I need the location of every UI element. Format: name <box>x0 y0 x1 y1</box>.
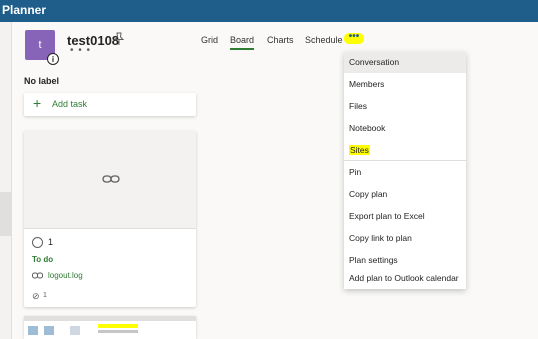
menu-item-pin[interactable]: Pin <box>344 162 466 183</box>
menu-item-label: Members <box>349 79 385 89</box>
menu-item-add-outlook[interactable]: Add plan to Outlook calendar <box>344 268 466 289</box>
attachment-link-icon <box>32 272 43 279</box>
menu-item-label: Notebook <box>349 123 386 133</box>
menu-item-notebook[interactable]: Notebook <box>344 118 466 139</box>
menu-item-label: Add plan to Outlook calendar <box>349 273 459 283</box>
tab-board[interactable]: Board <box>230 35 255 50</box>
menu-item-label: Plan settings <box>349 255 398 265</box>
tab-charts[interactable]: Charts <box>267 35 294 45</box>
paperclip-icon: ⊘ <box>32 291 40 301</box>
plan-more-button[interactable]: • • • <box>70 45 91 56</box>
add-task-label: Add task <box>52 99 88 109</box>
thumb-icon <box>28 326 38 335</box>
link-icon <box>102 175 120 183</box>
tab-schedule[interactable]: Schedule <box>305 35 343 45</box>
tab-grid[interactable]: Grid <box>201 35 218 45</box>
menu-item-label: Copy plan <box>349 189 388 199</box>
menu-item-copy-link[interactable]: Copy link to plan <box>344 228 466 249</box>
add-icon: + <box>33 95 42 111</box>
menu-divider <box>344 160 466 161</box>
thumb-icon <box>44 326 54 335</box>
menu-item-label: Sites <box>349 145 370 155</box>
menu-item-label: Copy link to plan <box>349 233 412 243</box>
left-rail <box>0 22 12 339</box>
thumb-icon <box>70 326 80 335</box>
attachment-preview <box>24 131 196 228</box>
left-rail-handle[interactable] <box>0 192 11 236</box>
menu-item-files[interactable]: Files <box>344 96 466 117</box>
task-card-image[interactable] <box>24 316 196 339</box>
info-icon[interactable]: i <box>47 53 59 65</box>
thumb-line <box>98 330 138 333</box>
menu-item-label: Pin <box>349 167 362 177</box>
card-divider <box>24 228 196 229</box>
plan-avatar-letter: t <box>38 39 42 51</box>
menu-item-members[interactable]: Members <box>344 74 466 95</box>
more-options-menu: Conversation Members Files Notebook Site… <box>344 52 466 289</box>
pin-icon[interactable] <box>113 32 125 46</box>
menu-item-label: Files <box>349 101 367 111</box>
task-card[interactable]: 1 To do logout.log ⊘ 1 <box>24 131 196 307</box>
app-header: Planner <box>0 0 538 22</box>
bucket-name: No label <box>24 76 60 86</box>
menu-item-copy-plan[interactable]: Copy plan <box>344 184 466 205</box>
menu-item-export-excel[interactable]: Export plan to Excel <box>344 206 466 227</box>
attachment-count: 1 <box>43 292 47 299</box>
menu-item-conversation[interactable]: Conversation <box>344 52 466 73</box>
complete-task-checkbox[interactable] <box>32 237 43 248</box>
more-options-button[interactable]: ••• <box>344 32 364 44</box>
thumb-highlight <box>98 324 138 328</box>
menu-item-label: Export plan to Excel <box>349 211 425 221</box>
menu-item-label: Conversation <box>349 57 400 67</box>
attachment-link[interactable]: logout.log <box>48 271 83 280</box>
add-task-button[interactable]: + Add task <box>24 93 196 116</box>
app-title: Planner <box>2 3 47 17</box>
menu-item-sites[interactable]: Sites <box>344 140 466 161</box>
task-title[interactable]: 1 <box>48 237 53 247</box>
thumb-ribbon <box>24 316 196 321</box>
task-bucket: To do <box>32 255 54 264</box>
